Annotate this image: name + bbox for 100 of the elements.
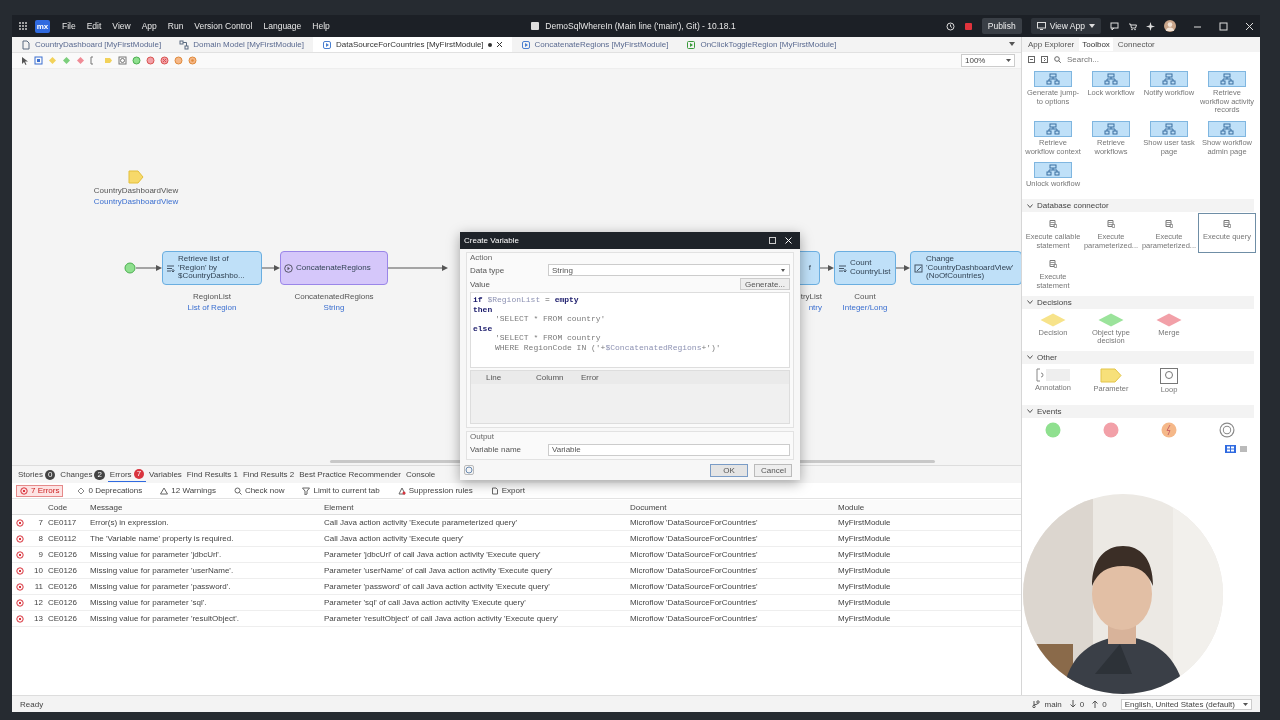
grid-view-icon[interactable] <box>1225 444 1236 453</box>
variable-name-field[interactable]: Variable <box>548 443 790 456</box>
workflow-icon <box>1092 71 1130 87</box>
menu-item[interactable]: Edit <box>81 19 107 33</box>
search-field[interactable]: Search... <box>1067 54 1177 65</box>
panel-tab[interactable]: Find Results 1 <box>184 468 240 481</box>
menu-item[interactable]: Help <box>307 19 335 33</box>
table-cell-text: Call Java action activity 'Execute parameterized query' <box>323 518 518 527</box>
break-event-icon[interactable] <box>174 56 183 65</box>
warnings-button[interactable]: 12 Warnings <box>156 484 220 497</box>
table-cell-text: Microflow 'DataSourceForCountries' <box>629 614 759 623</box>
deprecations-button[interactable]: 0 Deprecations <box>73 484 147 497</box>
dropdown-icon[interactable] <box>1009 42 1015 46</box>
expression-editor[interactable]: if $RegionList = empty then 'SELECT * FROM country' else 'SELECT * FROM country WHERE RegionCode IN ('+$ConcatenatedRegions+')' <box>470 292 790 368</box>
table-cell-text: CE0126 <box>47 582 78 591</box>
continue-event-icon[interactable] <box>188 56 197 65</box>
workflow-icon <box>1150 120 1188 137</box>
workflow-icon <box>1150 71 1188 87</box>
document-tab[interactable]: OnClickToggleRegion [MyFirstModule] <box>677 37 846 52</box>
panel-tab[interactable]: Errors 7 <box>107 467 147 482</box>
loop-icon[interactable] <box>118 56 127 65</box>
panel-tab[interactable]: Console <box>403 468 438 481</box>
dialog-title: Create Variable <box>464 236 520 245</box>
expand-all-icon[interactable] <box>1041 56 1048 63</box>
field-label: Value <box>470 279 491 289</box>
rules-icon <box>397 486 406 495</box>
section-header[interactable]: Other <box>1022 350 1254 364</box>
view-app-button[interactable]: View App <box>1030 18 1101 34</box>
play-icon <box>284 263 293 273</box>
table-cell-text: MyFirstModule <box>837 550 892 559</box>
table-cell-text: Microflow 'DataSourceForCountries' <box>629 566 759 575</box>
panel-tab[interactable]: Connector <box>1114 38 1158 51</box>
cancel-button[interactable]: Cancel <box>754 463 792 477</box>
close-icon[interactable] <box>495 41 503 48</box>
select-icon[interactable] <box>20 56 29 65</box>
table-cell-text: Microflow 'DataSourceForCountries' <box>629 598 759 607</box>
app-grid-icon[interactable] <box>18 21 28 31</box>
document-tab[interactable]: DataSourceForCountries [MyFirstModule] <box>313 37 512 52</box>
panel-tab[interactable]: Changes 2 <box>58 467 107 482</box>
column-header: Column <box>536 373 565 382</box>
error-icon <box>16 614 24 623</box>
menu-item[interactable]: File <box>57 19 81 33</box>
menu-item[interactable]: App <box>136 19 162 33</box>
generate-button[interactable]: Generate... <box>739 278 790 290</box>
export-button[interactable]: Export <box>486 484 529 497</box>
end-event-icon[interactable] <box>146 56 155 65</box>
column-header[interactable]: Element <box>322 502 628 512</box>
menu-item[interactable]: Run <box>162 19 189 33</box>
chat-icon[interactable] <box>1110 21 1119 31</box>
output-variable: Count <box>854 291 876 302</box>
publish-button[interactable]: Publish <box>981 18 1022 34</box>
rules-button[interactable]: Suppression rules <box>393 484 477 497</box>
column-header[interactable]: Code <box>46 502 88 512</box>
cart-icon[interactable] <box>1128 21 1137 31</box>
menu-item[interactable]: Language <box>258 19 307 33</box>
panel-tab[interactable]: Best Practice Recommender <box>297 468 403 481</box>
app-logo: mx <box>35 19 50 33</box>
panel-tab[interactable]: Variables <box>147 468 184 481</box>
panel-tab[interactable]: Stories 0 <box>16 467 58 482</box>
check-button[interactable]: Check now <box>229 484 289 497</box>
limit-button[interactable]: Limit to current tab <box>298 484 384 497</box>
column-header[interactable]: Module <box>836 502 1021 512</box>
frame-icon[interactable] <box>34 56 43 65</box>
section-header[interactable]: Database connector <box>1022 199 1254 213</box>
maximize-icon[interactable] <box>769 237 776 244</box>
data-type-dropdown[interactable]: String <box>548 264 790 276</box>
stop-icon[interactable] <box>963 21 973 31</box>
output-variable: tryList <box>800 291 822 302</box>
document-tab[interactable]: CountryDashboard [MyFirstModule] <box>12 37 171 52</box>
search-icon <box>1054 56 1061 63</box>
panel-tab[interactable]: Find Results 2 <box>241 468 297 481</box>
document-tab[interactable]: Domain Model [MyFirstModule] <box>170 37 313 52</box>
start-event-icon[interactable] <box>132 56 141 65</box>
errors-button[interactable]: 7 Errors <box>16 484 64 497</box>
database-icon <box>1049 259 1057 269</box>
menu-item[interactable]: View <box>107 19 136 33</box>
table-cell-text: Microflow 'DataSourceForCountries' <box>629 518 759 527</box>
section-header[interactable]: Events <box>1022 404 1254 418</box>
section-header[interactable]: Decisions <box>1022 295 1254 309</box>
sparkle-icon[interactable] <box>1146 21 1155 31</box>
avatar-icon[interactable] <box>1164 20 1176 32</box>
workflow-icon <box>1034 71 1072 87</box>
document-tab[interactable]: ConcatenateRegions [MyFirstModule] <box>511 37 678 52</box>
column-header[interactable]: Message <box>88 502 322 512</box>
column-header[interactable]: Document <box>628 502 836 512</box>
panel-tab[interactable]: Toolbox <box>1079 38 1113 51</box>
help-icon[interactable] <box>464 465 474 475</box>
history-icon[interactable] <box>945 21 955 31</box>
error-event-icon[interactable] <box>160 56 169 65</box>
menu-item[interactable]: Version Control <box>189 19 258 33</box>
error-icon <box>16 598 24 607</box>
table-cell-text: 13 <box>33 614 44 623</box>
collapse-all-icon[interactable] <box>1028 56 1035 63</box>
loop-icon <box>1160 367 1178 384</box>
branch-icon <box>1032 700 1041 708</box>
ok-button[interactable]: OK <box>710 463 748 477</box>
language-dropdown[interactable]: English, United States (default) <box>1120 698 1252 710</box>
panel-tab[interactable]: App Explorer <box>1025 38 1078 51</box>
maximize-icon[interactable] <box>1219 21 1228 31</box>
zoom-dropdown[interactable]: 100% <box>961 54 1015 67</box>
